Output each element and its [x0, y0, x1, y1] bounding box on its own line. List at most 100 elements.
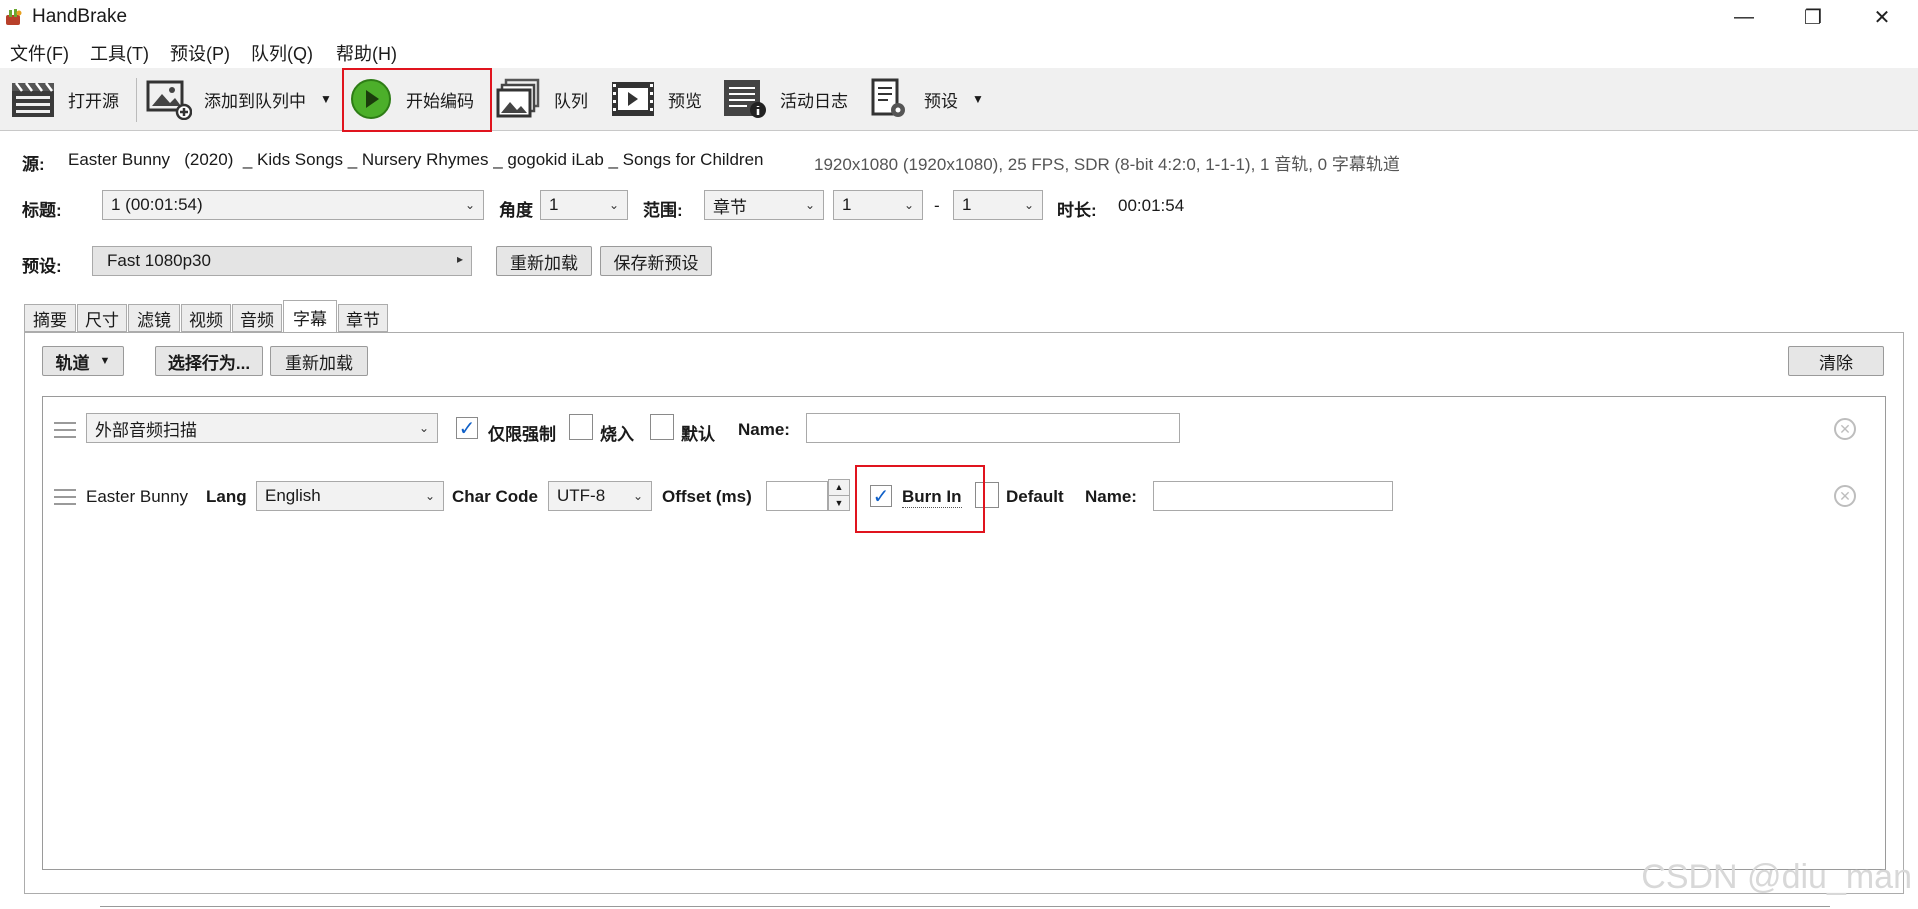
chevron-down-icon: ⌄	[464, 198, 475, 212]
menu-presets[interactable]: 预设(P)	[170, 40, 230, 66]
menu-bar: 文件(F) 工具(T) 预设(P) 队列(Q) 帮助(H)	[0, 36, 1918, 66]
row2-offset-input[interactable]	[766, 481, 828, 511]
presets-button[interactable]: 预设 ▼	[866, 74, 984, 124]
row2-name-label: Name:	[1085, 487, 1137, 506]
presets-label: 预设	[924, 91, 958, 111]
chevron-down-icon: ▼	[99, 355, 111, 367]
stepper-up-icon[interactable]: ▲	[829, 480, 849, 496]
clapperboard-icon	[10, 76, 56, 122]
watermark: CSDN @diu_man	[1641, 858, 1912, 896]
reload-subtitles-button[interactable]: 重新加载	[270, 346, 368, 376]
range-start-select[interactable]: 1 ⌄	[833, 190, 923, 220]
add-image-icon	[146, 76, 192, 122]
tab-summary[interactable]: 摘要	[24, 304, 76, 332]
tab-video[interactable]: 视频	[181, 304, 231, 332]
preset-label: 预设:	[22, 257, 62, 276]
preview-button[interactable]: 预览	[610, 74, 702, 124]
angle-label: 角度	[499, 201, 533, 220]
row2-offset-label: Offset (ms)	[662, 487, 752, 506]
tab-dimensions[interactable]: 尺寸	[77, 304, 127, 332]
angle-select[interactable]: 1 ⌄	[540, 190, 628, 220]
drag-handle-icon[interactable]	[54, 489, 76, 510]
duration-label: 时长:	[1057, 201, 1097, 220]
row1-forced-only-checkbox[interactable]: ✓	[456, 417, 478, 440]
row1-remove-icon[interactable]: ✕	[1834, 418, 1856, 440]
toolbar-separator	[136, 78, 137, 122]
title-bar: HandBrake — ❐ ✕	[0, 0, 1918, 34]
preset-select[interactable]: Fast 1080p30 ▸	[92, 246, 472, 276]
row2-charcode-select[interactable]: UTF-8 ⌄	[548, 481, 652, 511]
row2-charcode-label: Char Code	[452, 487, 538, 506]
source-name: Easter Bunny (2020) _ Kids Songs _ Nurse…	[68, 150, 764, 169]
tracks-button[interactable]: 轨道 ▼	[42, 346, 124, 376]
range-type-value: 章节	[713, 197, 747, 217]
range-end-value: 1	[962, 195, 972, 214]
chevron-down-icon[interactable]: ▼	[972, 92, 984, 106]
reload-preset-button[interactable]: 重新加载	[496, 246, 592, 276]
angle-select-value: 1	[549, 195, 559, 214]
open-source-button[interactable]: 打开源	[10, 74, 119, 124]
minimize-icon[interactable]: —	[1716, 0, 1772, 34]
range-label: 范围:	[643, 201, 683, 220]
menu-tools[interactable]: 工具(T)	[90, 40, 149, 66]
chevron-down-icon: ⌄	[804, 198, 815, 212]
save-new-preset-button[interactable]: 保存新预设	[600, 246, 712, 276]
highlight-box-burn-in	[855, 465, 985, 533]
title-select-value: 1 (00:01:54)	[111, 195, 203, 214]
tab-subtitles[interactable]: 字幕	[283, 300, 337, 334]
menu-help[interactable]: 帮助(H)	[336, 40, 397, 66]
row1-default-checkbox[interactable]	[650, 414, 674, 440]
add-to-queue-button[interactable]: 添加到队列中 ▼	[146, 74, 332, 124]
restore-icon[interactable]: ❐	[1785, 0, 1841, 34]
title-select[interactable]: 1 (00:01:54) ⌄	[102, 190, 484, 220]
add-to-queue-label: 添加到队列中	[204, 91, 306, 111]
row2-lang-value: English	[265, 486, 321, 505]
tab-filters[interactable]: 滤镜	[128, 304, 180, 332]
range-type-select[interactable]: 章节 ⌄	[704, 190, 824, 220]
row1-track-select[interactable]: 外部音频扫描 ⌄	[86, 413, 438, 443]
drag-handle-icon[interactable]	[54, 422, 76, 443]
row2-lang-label: Lang	[206, 487, 247, 506]
tab-audio[interactable]: 音频	[232, 304, 282, 332]
chevron-right-icon: ▸	[456, 252, 463, 266]
row1-name-input[interactable]	[806, 413, 1180, 443]
chevron-down-icon: ⌄	[608, 198, 619, 212]
row2-remove-icon[interactable]: ✕	[1834, 485, 1856, 507]
row2-charcode-value: UTF-8	[557, 486, 606, 505]
row1-forced-only-label: 仅限强制	[488, 425, 556, 444]
menu-queue[interactable]: 队列(Q)	[251, 40, 313, 66]
menu-file[interactable]: 文件(F)	[10, 40, 69, 66]
row1-track-value: 外部音频扫描	[95, 420, 197, 440]
tab-chapters[interactable]: 章节	[338, 304, 388, 332]
clear-button[interactable]: 清除	[1788, 346, 1884, 376]
toolbar: 打开源 添加到队列中 ▼ 开始编码 队列 预览 活动日志 预设 ▼	[0, 68, 1918, 131]
source-info: 1920x1080 (1920x1080), 25 FPS, SDR (8-bi…	[814, 155, 1400, 174]
checkmark-icon: ✓	[458, 417, 476, 440]
chevron-down-icon[interactable]: ▼	[320, 92, 332, 106]
window-title: HandBrake	[32, 6, 128, 27]
select-behavior-button[interactable]: 选择行为...	[155, 346, 263, 376]
chevron-down-icon: ⌄	[1023, 198, 1034, 212]
row1-default-label: 默认	[681, 425, 715, 444]
chevron-down-icon: ⌄	[424, 489, 435, 503]
queue-images-icon	[496, 76, 542, 122]
activity-log-label: 活动日志	[780, 91, 848, 111]
row1-burn-in-checkbox[interactable]	[569, 414, 593, 440]
preset-select-value: Fast 1080p30	[107, 251, 211, 270]
row2-offset-stepper[interactable]: ▲ ▼	[828, 479, 850, 511]
range-end-select[interactable]: 1 ⌄	[953, 190, 1043, 220]
highlight-box-start-encode	[342, 68, 492, 132]
close-icon[interactable]: ✕	[1854, 0, 1910, 34]
row2-name-input[interactable]	[1153, 481, 1393, 511]
duration-value: 00:01:54	[1118, 196, 1185, 215]
preset-settings-icon	[866, 76, 912, 122]
range-separator: -	[934, 196, 940, 215]
source-label: 源:	[22, 155, 45, 174]
range-start-value: 1	[842, 195, 852, 214]
row2-lang-select[interactable]: English ⌄	[256, 481, 444, 511]
row2-track-name: Easter Bunny	[86, 487, 189, 506]
stepper-down-icon[interactable]: ▼	[829, 496, 849, 511]
row1-name-label: Name:	[738, 420, 790, 439]
queue-button[interactable]: 队列	[496, 74, 588, 124]
activity-log-button[interactable]: 活动日志	[722, 74, 848, 124]
